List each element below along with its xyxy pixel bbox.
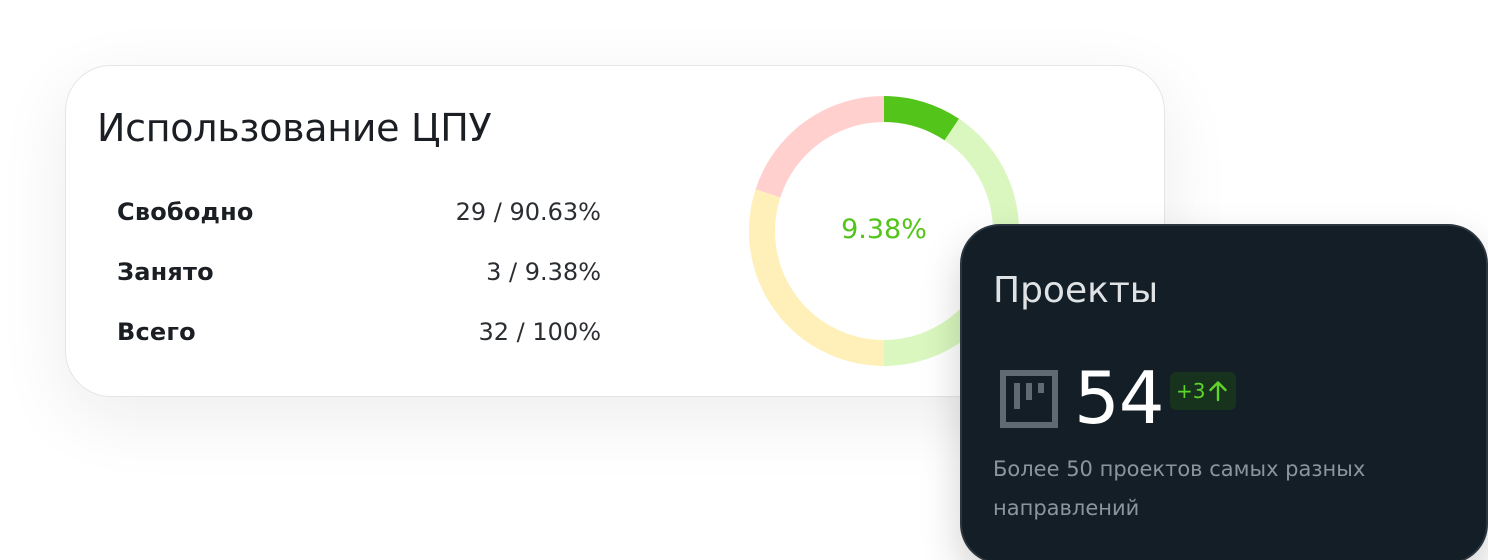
donut-segment-used	[883, 96, 960, 141]
cpu-usage-title: Использование ЦПУ	[97, 106, 492, 150]
cpu-stat-label: Всего	[117, 318, 196, 346]
cpu-stat-value: 29 / 90.63%	[455, 198, 601, 226]
cpu-stat-row-used: Занято 3 / 9.38%	[117, 254, 601, 314]
cpu-stat-row-free: Свободно 29 / 90.63%	[117, 194, 601, 254]
stage: Использование ЦПУ Свободно 29 / 90.63% З…	[0, 0, 1488, 560]
cpu-stats-list: Свободно 29 / 90.63% Занято 3 / 9.38% Вс…	[117, 194, 601, 374]
projects-card: Проекты 54 +3 Более 50 проектов самых ра…	[960, 224, 1488, 560]
projects-title: Проекты	[993, 270, 1159, 311]
projects-delta-value: +3	[1176, 379, 1206, 403]
projects-description: Более 50 проектов самых разных направлен…	[993, 457, 1366, 520]
cpu-stat-value: 32 / 100%	[478, 318, 602, 346]
projects-count: 54	[1074, 356, 1165, 440]
arrow-up-icon	[1209, 381, 1228, 402]
cpu-stat-value: 3 / 9.38%	[486, 258, 601, 286]
donut-segment-red-zone	[755, 96, 885, 198]
kanban-board-icon	[1000, 370, 1058, 428]
projects-delta-badge: +3	[1170, 372, 1237, 410]
cpu-stat-label: Свободно	[117, 198, 254, 226]
cpu-stat-row-total: Всего 32 / 100%	[117, 314, 601, 374]
cpu-stat-label: Занято	[117, 258, 214, 286]
